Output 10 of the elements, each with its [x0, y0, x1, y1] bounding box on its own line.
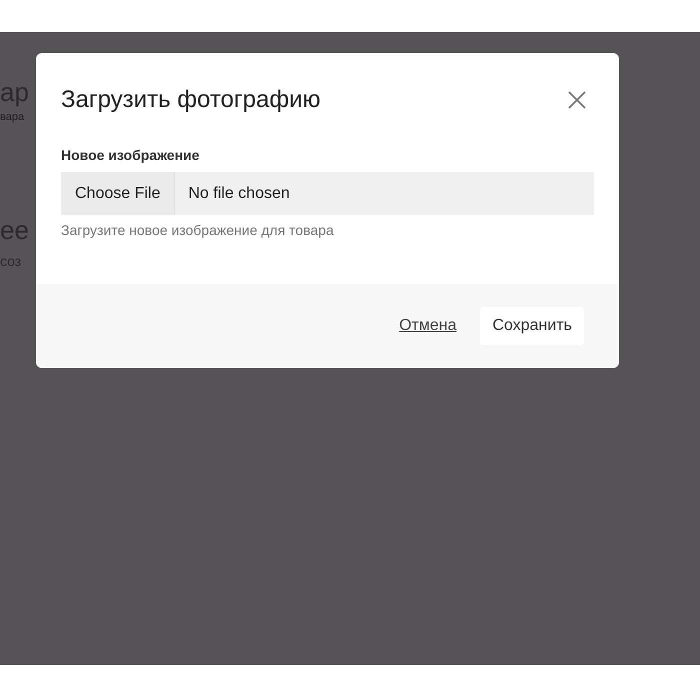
- field-label: Новое изображение: [61, 147, 200, 163]
- dialog-title: Загрузить фотографию: [61, 86, 320, 114]
- file-input[interactable]: Choose File No file chosen: [61, 172, 594, 215]
- cancel-link[interactable]: Отмена: [399, 317, 456, 335]
- close-icon[interactable]: [568, 91, 586, 109]
- choose-file-button[interactable]: Choose File: [61, 172, 176, 215]
- page-subheading: вара: [0, 111, 26, 123]
- help-text: Загрузите новое изображение для товара: [61, 222, 335, 238]
- save-button[interactable]: Сохранить: [480, 307, 584, 345]
- file-status: No file chosen: [187, 184, 290, 202]
